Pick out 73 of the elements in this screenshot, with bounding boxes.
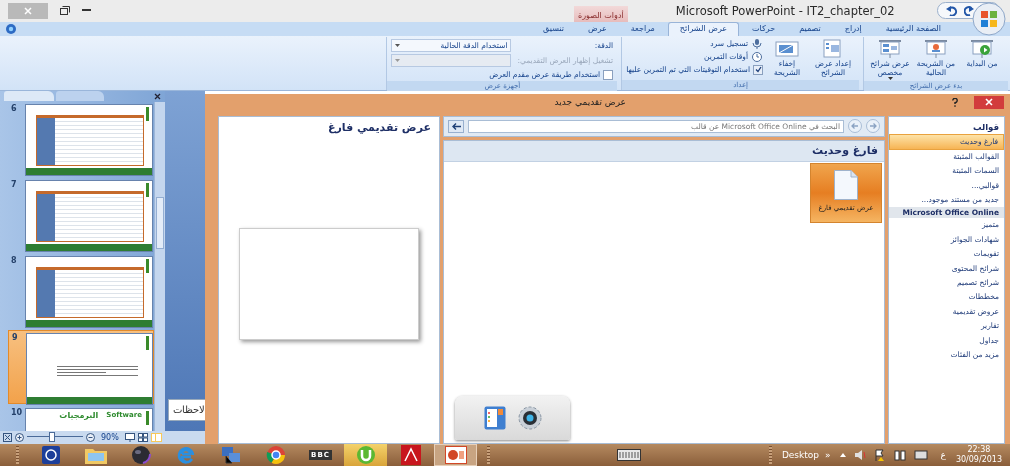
close-icon[interactable] bbox=[154, 92, 161, 100]
caret-icon[interactable] bbox=[839, 452, 846, 457]
close-icon bbox=[985, 98, 993, 106]
network-computer-icon bbox=[219, 444, 242, 465]
zoom-out-icon[interactable] bbox=[86, 432, 95, 442]
slide-number: 6 bbox=[11, 103, 18, 115]
keyboard-icon[interactable] bbox=[617, 448, 642, 461]
slide-row[interactable]: 9 bbox=[8, 329, 154, 404]
taskbar-button[interactable] bbox=[434, 443, 477, 466]
microphone-icon bbox=[751, 38, 763, 49]
slide-number: 7 bbox=[11, 179, 18, 191]
close-button[interactable] bbox=[974, 95, 1004, 109]
hide-slide-icon bbox=[775, 38, 799, 59]
arrow-icon bbox=[451, 122, 461, 130]
notes-label: لاحظات bbox=[173, 404, 205, 415]
preview-title: عرض تقديمي فارغ bbox=[326, 119, 432, 136]
projector-screen-icon bbox=[924, 38, 948, 59]
sphere-icon bbox=[130, 444, 151, 465]
zoom-slider[interactable] bbox=[27, 432, 83, 442]
battery-icon[interactable] bbox=[893, 448, 906, 461]
grid-view-icon[interactable] bbox=[137, 432, 148, 442]
chevron-button[interactable]: » bbox=[825, 449, 831, 460]
slide-number: 10 bbox=[11, 407, 21, 419]
go-button[interactable] bbox=[448, 119, 464, 133]
ribbon-tab[interactable]: عرض bbox=[576, 21, 618, 36]
caret-icon bbox=[395, 43, 401, 47]
slide-number: 9 bbox=[12, 332, 19, 344]
clock[interactable]: 22:38 30/09/2013 bbox=[955, 444, 1002, 465]
projector-play-icon bbox=[970, 38, 994, 59]
checkbox[interactable] bbox=[603, 69, 614, 80]
context-tab-label: أدوات الصورة bbox=[574, 5, 628, 22]
zoom-in-icon[interactable] bbox=[15, 432, 24, 442]
undo-icon[interactable] bbox=[945, 5, 958, 16]
slide-row[interactable]: 8 bbox=[8, 253, 154, 328]
browser-icon bbox=[175, 444, 196, 465]
desktop-toolbar-label[interactable]: Desktop bbox=[781, 449, 819, 460]
gear-icon[interactable] bbox=[517, 405, 542, 430]
redo-icon[interactable] bbox=[963, 5, 974, 16]
ribbon-tab[interactable]: إدراج bbox=[833, 21, 873, 36]
ribbon-tab[interactable]: الصفحة الرئيسية bbox=[874, 21, 952, 36]
checkbox[interactable] bbox=[753, 64, 763, 75]
projector-screen-icon bbox=[878, 38, 902, 59]
close-icon bbox=[23, 5, 33, 16]
ribbon-tab[interactable]: حركات bbox=[741, 21, 787, 36]
slide-title: البرمجيات bbox=[59, 410, 99, 420]
zoom-level[interactable]: 90% bbox=[101, 432, 119, 442]
document-icon bbox=[834, 169, 858, 200]
restore-icon[interactable] bbox=[60, 6, 70, 16]
chrome-icon bbox=[265, 444, 286, 465]
slideshow-view-icon[interactable] bbox=[124, 432, 135, 442]
input-language[interactable]: ع bbox=[940, 449, 946, 460]
caret-icon bbox=[395, 58, 401, 62]
window-title: Microsoft PowerPoint - IT2_chapter_02 bbox=[675, 3, 895, 18]
fit-icon[interactable] bbox=[3, 432, 12, 442]
clock-icon bbox=[751, 51, 763, 62]
ribbon-tab[interactable]: مراجعة bbox=[619, 21, 666, 36]
document-list-icon[interactable] bbox=[483, 405, 506, 430]
slide-row[interactable]: 7 bbox=[8, 177, 154, 252]
ribbon-tab[interactable]: تنسيق bbox=[532, 21, 575, 36]
network-icon[interactable] bbox=[913, 448, 928, 461]
speaker-icon[interactable] bbox=[853, 448, 866, 461]
minimize-icon[interactable] bbox=[82, 9, 91, 13]
slide-number: 8 bbox=[11, 255, 18, 267]
dialog-title: عرض تقديمي جديد bbox=[554, 97, 626, 107]
zoom-slider-thumb[interactable] bbox=[49, 432, 56, 442]
scrollbar[interactable] bbox=[154, 101, 165, 431]
sidebar-heading: قوالب bbox=[972, 120, 1000, 134]
slide-row[interactable]: 6 bbox=[8, 101, 154, 176]
utorrent-icon bbox=[355, 444, 376, 465]
ribbon-tab[interactable]: تصميم bbox=[788, 21, 832, 36]
section-title: فارغ وحديث bbox=[812, 144, 878, 157]
flag-icon[interactable] bbox=[873, 448, 886, 461]
presentation-icon bbox=[444, 445, 467, 464]
